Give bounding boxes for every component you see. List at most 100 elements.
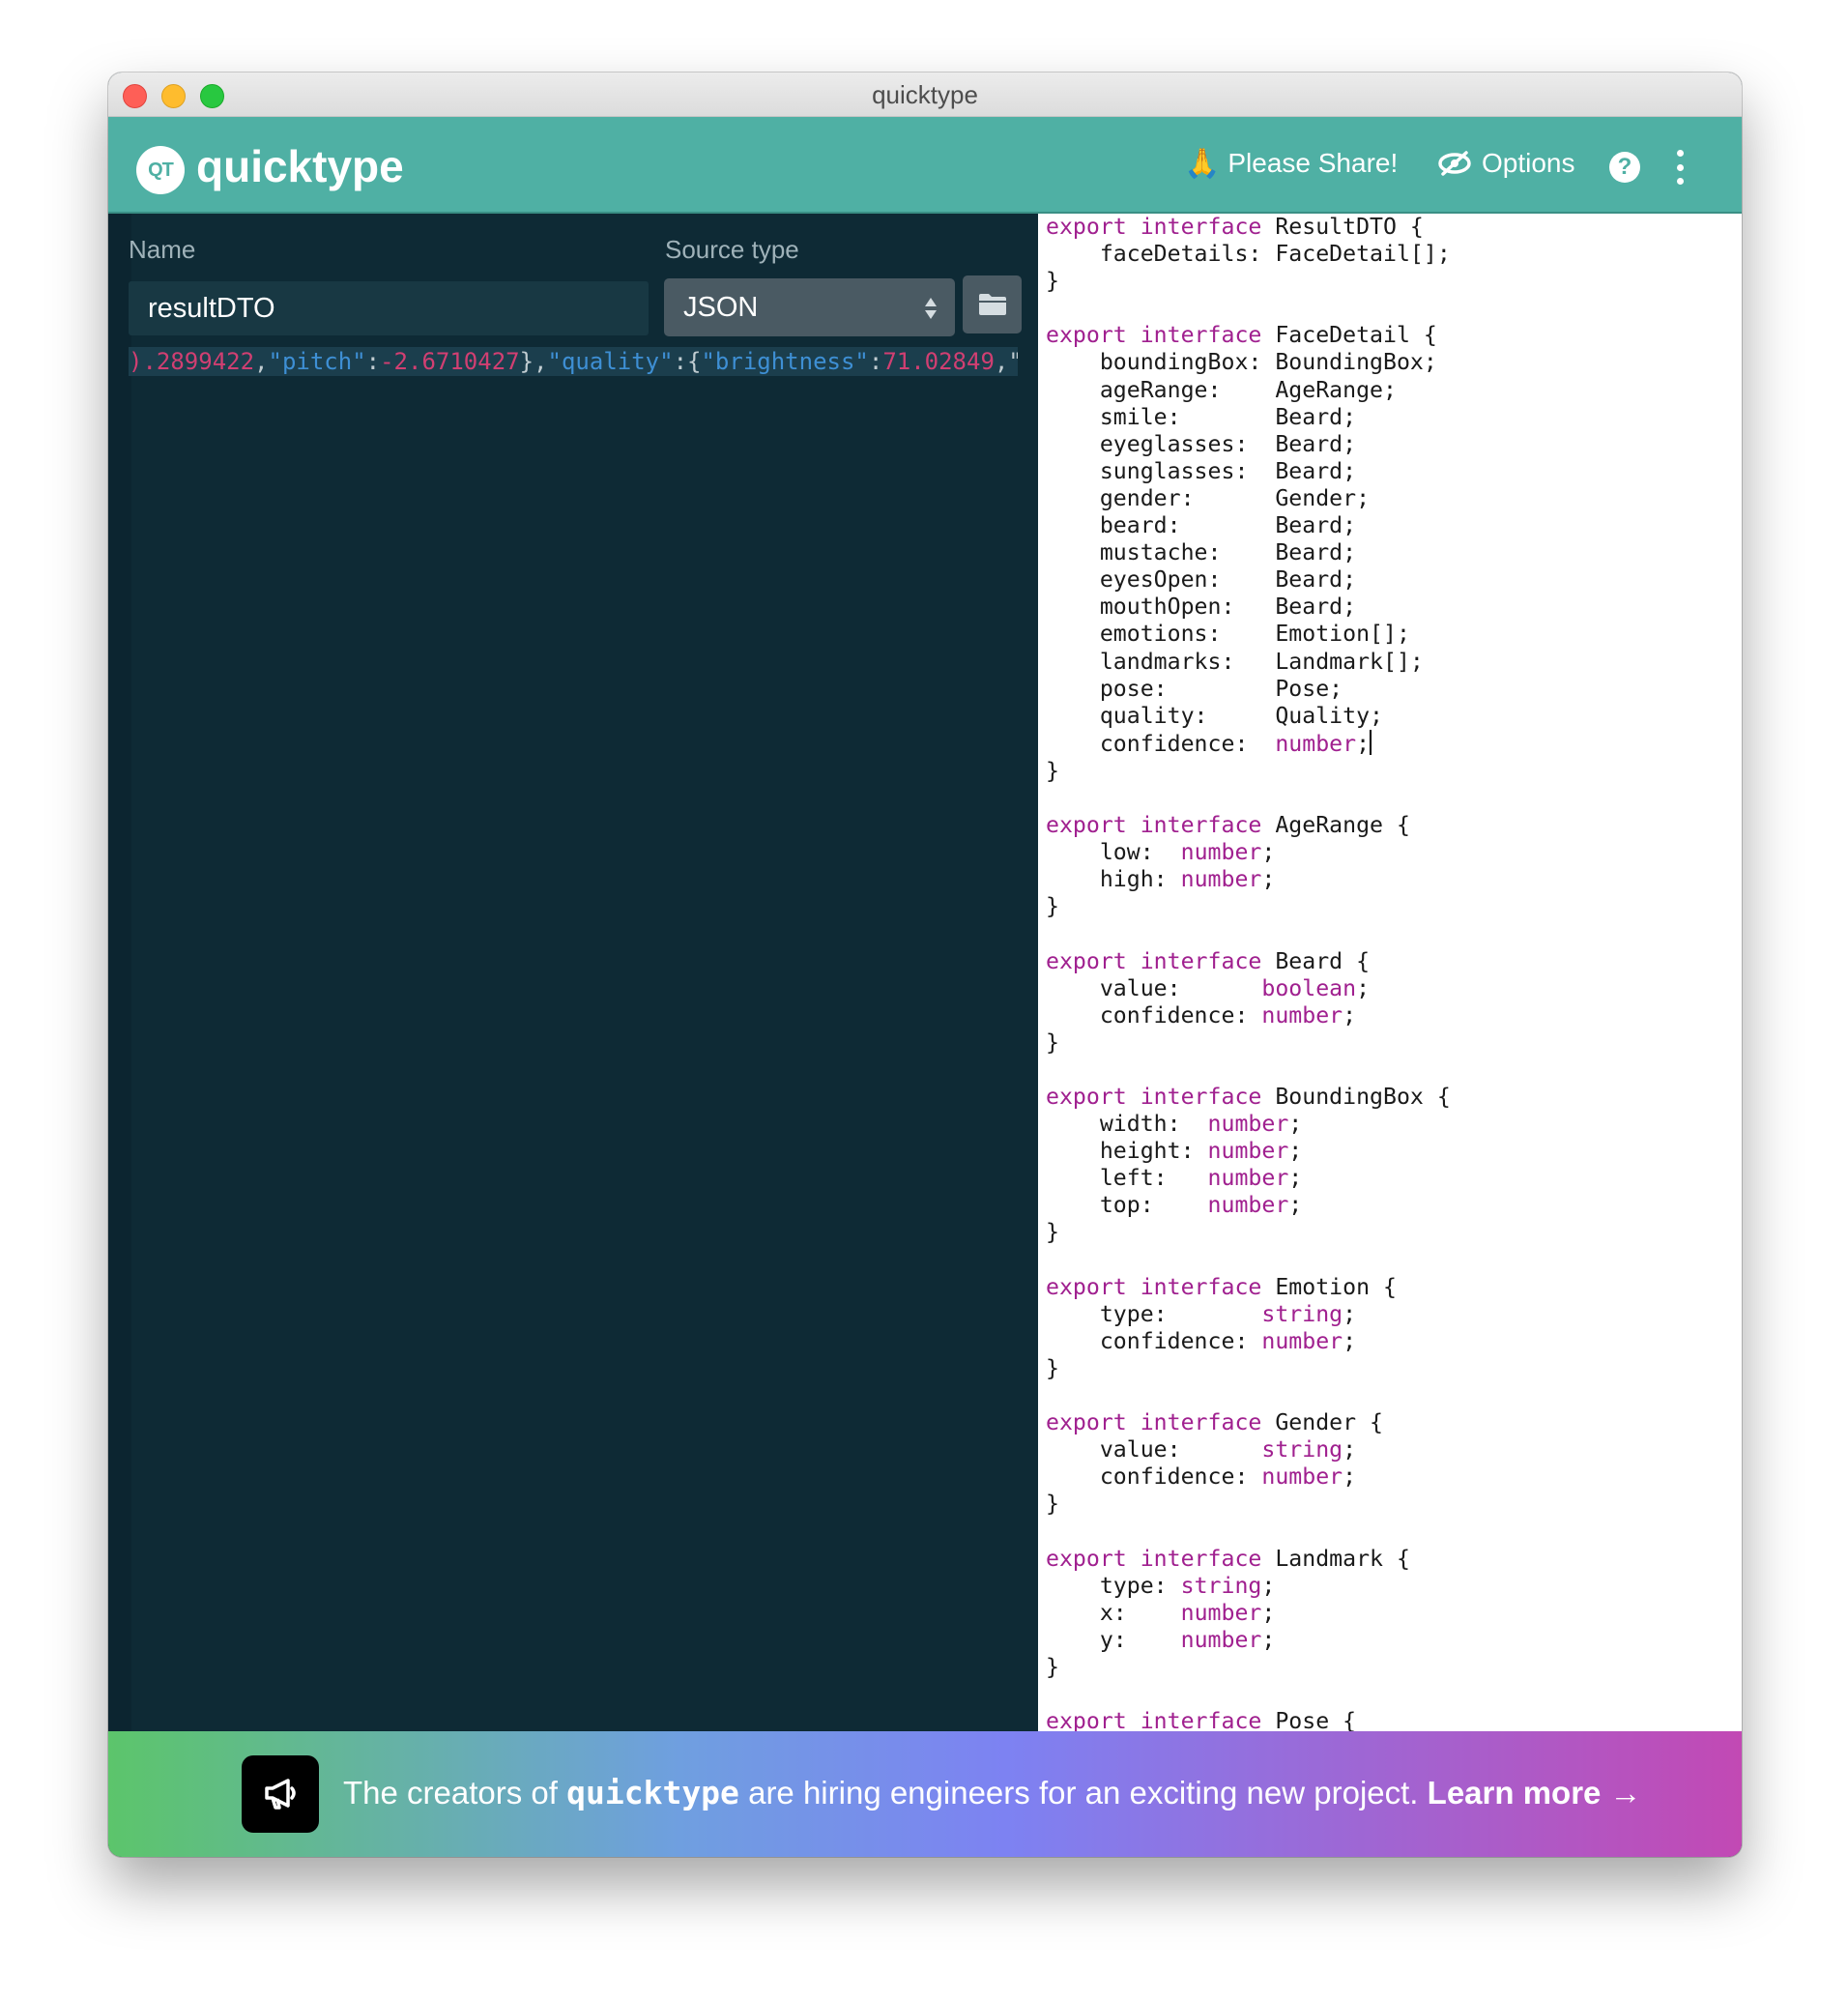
code-line: }: [1046, 1491, 1451, 1518]
app-window: quicktype QT quicktype 🙏 Please Share! O…: [108, 72, 1742, 1857]
code-token: beard: Beard;: [1046, 512, 1357, 539]
source-type-value: JSON: [683, 291, 759, 323]
code-token: export interface: [1046, 214, 1276, 240]
code-token: value:: [1046, 1436, 1262, 1463]
code-line: y: number;: [1046, 1627, 1451, 1654]
code-line: smile: Beard;: [1046, 404, 1451, 431]
code-line: gender: Gender;: [1046, 485, 1451, 512]
name-input[interactable]: resultDTO: [129, 281, 649, 335]
please-share-button[interactable]: 🙏 Please Share!: [1184, 142, 1398, 185]
open-file-button[interactable]: [963, 275, 1022, 333]
json-token: ).2899422: [129, 348, 255, 375]
code-token: top:: [1046, 1192, 1208, 1219]
learn-more-link[interactable]: Learn more →: [1428, 1775, 1642, 1811]
json-input-editor[interactable]: ).2899422,"pitch":-2.6710427},"quality":…: [129, 347, 1018, 376]
code-token: Emotion {: [1275, 1273, 1397, 1300]
code-token: }: [1046, 1653, 1059, 1680]
code-line: }: [1046, 1355, 1451, 1382]
code-token: x:: [1046, 1599, 1181, 1626]
logo-icon: QT: [136, 146, 185, 194]
code-token: boundingBox: BoundingBox;: [1046, 349, 1437, 376]
code-token: ;: [1261, 1626, 1276, 1653]
source-type-label: Source type: [665, 235, 799, 264]
code-line: width: number;: [1046, 1111, 1451, 1138]
code-token: left:: [1046, 1165, 1208, 1192]
code-line: export interface Beard {: [1046, 948, 1451, 975]
code-token: ;: [1288, 1138, 1303, 1165]
json-token: :{: [673, 348, 702, 375]
code-line: left: number;: [1046, 1165, 1451, 1192]
code-line: boundingBox: BoundingBox;: [1046, 349, 1451, 376]
code-line: }: [1046, 1029, 1451, 1057]
eye-slash-icon: [1438, 151, 1471, 176]
code-token: number: [1261, 1001, 1343, 1028]
code-token: export interface: [1046, 1545, 1276, 1572]
code-line: }: [1046, 1654, 1451, 1681]
code-token: string: [1180, 1572, 1262, 1599]
code-token: sunglasses: Beard;: [1046, 457, 1357, 484]
more-menu-icon[interactable]: [1674, 150, 1686, 185]
banner-middle: are hiring engineers for an exciting new…: [738, 1775, 1428, 1811]
code-line: ageRange: AgeRange;: [1046, 377, 1451, 404]
code-token: string: [1261, 1300, 1343, 1327]
code-line: ​: [1046, 1519, 1451, 1546]
code-line: landmarks: Landmark[];: [1046, 649, 1451, 676]
code-line: export interface ResultDTO {: [1046, 214, 1451, 241]
output-pane[interactable]: export interface ResultDTO { faceDetails…: [1038, 214, 1742, 1731]
code-line: faceDetails: FaceDetail[];: [1046, 241, 1451, 268]
code-token: eyesOpen: Beard;: [1046, 566, 1357, 594]
code-line: beard: Beard;: [1046, 512, 1451, 539]
code-token: number: [1180, 1599, 1262, 1626]
app-header: QT quicktype 🙏 Please Share! Options ?: [108, 117, 1742, 214]
code-token: number: [1207, 1138, 1289, 1165]
code-token: gender: Gender;: [1046, 484, 1371, 511]
json-token: },: [519, 348, 548, 375]
code-token: BoundingBox {: [1275, 1084, 1451, 1110]
code-line: confidence: number;: [1046, 1002, 1451, 1029]
code-line: export interface FaceDetail {: [1046, 322, 1451, 349]
code-token: ;: [1261, 839, 1276, 866]
code-line: ​: [1046, 920, 1451, 947]
code-line: x: number;: [1046, 1600, 1451, 1627]
code-token: high:: [1046, 866, 1181, 893]
code-line: emotions: Emotion[];: [1046, 621, 1451, 648]
code-line: export interface Pose {: [1046, 1708, 1451, 1731]
code-token: string: [1261, 1436, 1343, 1463]
code-token: ;: [1261, 1599, 1276, 1626]
code-token: number: [1180, 1626, 1262, 1653]
options-button[interactable]: Options: [1437, 142, 1575, 185]
please-share-label: Please Share!: [1227, 148, 1399, 178]
code-token: number: [1261, 1463, 1343, 1491]
code-line: confidence: number;: [1046, 1463, 1451, 1491]
typescript-output-code[interactable]: export interface ResultDTO { faceDetails…: [1046, 214, 1451, 1731]
code-line: quality: Quality;: [1046, 703, 1451, 730]
code-token: export interface: [1046, 1708, 1276, 1731]
code-token: confidence:: [1046, 730, 1276, 757]
folder-icon: [978, 294, 1006, 315]
code-token: faceDetails: FaceDetail[];: [1046, 241, 1451, 268]
code-token: Landmark {: [1275, 1545, 1410, 1572]
code-token: type:: [1046, 1300, 1262, 1327]
code-line: ​: [1046, 785, 1451, 812]
code-token: ;: [1343, 1463, 1357, 1491]
source-type-select[interactable]: JSON: [664, 278, 955, 336]
code-token: }: [1046, 893, 1059, 920]
code-line: ​: [1046, 295, 1451, 322]
code-token: mouthOpen: Beard;: [1046, 594, 1357, 621]
code-token: emotions: Emotion[];: [1046, 621, 1410, 648]
code-token: ageRange: AgeRange;: [1046, 376, 1397, 403]
code-token: Beard {: [1275, 947, 1371, 974]
hiring-banner[interactable]: The creators of quicktype are hiring eng…: [108, 1731, 1742, 1857]
help-icon[interactable]: ?: [1609, 152, 1640, 183]
code-line: value: boolean;: [1046, 975, 1451, 1002]
code-token: landmarks: Landmark[];: [1046, 648, 1424, 675]
json-token: "pitch": [268, 348, 366, 375]
code-token: smile: Beard;: [1046, 403, 1357, 430]
code-token: }: [1046, 1219, 1059, 1246]
code-token: confidence:: [1046, 1463, 1262, 1491]
code-token: ;: [1288, 1192, 1303, 1219]
logo-text: quicktype: [196, 141, 404, 191]
code-line: type: string;: [1046, 1301, 1451, 1328]
code-token: ;: [1343, 1300, 1357, 1327]
praying-hands-icon: 🙏: [1184, 147, 1221, 180]
